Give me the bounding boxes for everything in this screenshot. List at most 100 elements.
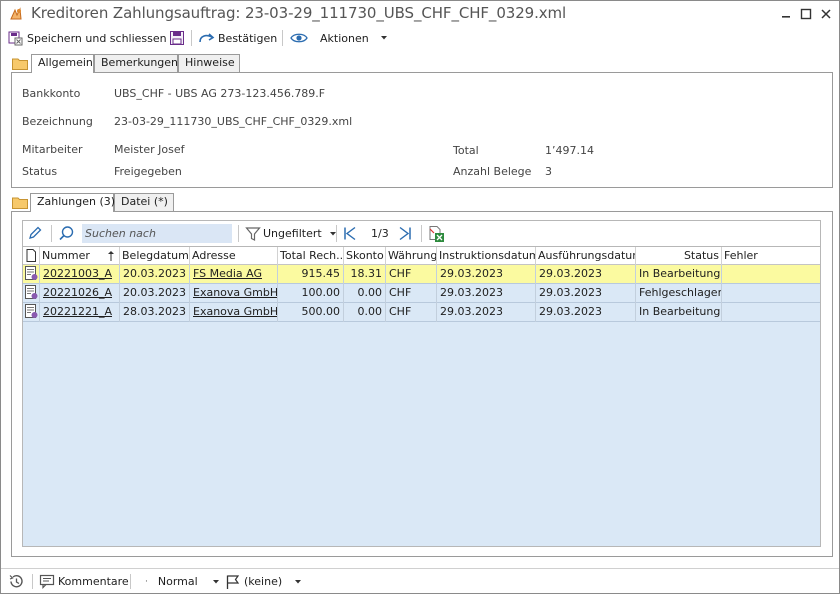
history-button[interactable] [8, 569, 25, 594]
cell-adresse[interactable]: Exanova GmbH [190, 303, 278, 322]
cell-ausfuehrungsdatum: 29.03.2023 [536, 284, 636, 303]
status-bar: Kommentare · Normal (keine) [1, 568, 839, 593]
status-label: Status [22, 165, 58, 178]
column-header-adresse[interactable]: Adresse [190, 247, 278, 265]
cell-waehrung: CHF [386, 284, 437, 303]
window: Kreditoren Zahlungsauftrag: 23-03-29_111… [0, 0, 840, 594]
cell-nummer[interactable]: 20221003_A [40, 265, 120, 284]
folder-icon [12, 196, 28, 209]
toolbar-separator [282, 30, 283, 46]
sort-ascending-icon [108, 251, 114, 261]
total-value: 1’497.14 [545, 144, 594, 157]
cell-fehler [722, 265, 820, 284]
toolbar-separator [51, 225, 52, 242]
cell-skonto: 0.00 [344, 284, 386, 303]
save-close-button[interactable]: Speichern und schliessen [7, 27, 167, 49]
column-header-skonto[interactable]: Skonto [344, 247, 386, 265]
bezeichnung-label: Bezeichnung [22, 115, 93, 128]
search-input[interactable]: Suchen nach [82, 224, 232, 243]
column-header-waehrung[interactable]: Währung [386, 247, 437, 265]
cell-belegdatum: 20.03.2023 [120, 265, 190, 284]
column-header-status[interactable]: Status [636, 247, 722, 265]
cell-instruktionsdatum: 29.03.2023 [437, 284, 536, 303]
cell-belegdatum: 28.03.2023 [120, 303, 190, 322]
cell-total: 915.45 [278, 265, 344, 284]
status-value: Freigegeben [114, 165, 182, 178]
priority-dropdown[interactable]: · Normal [145, 569, 222, 594]
toolbar-separator [238, 225, 239, 242]
cell-fehler [722, 284, 820, 303]
document-icon [26, 249, 36, 262]
tab-allgemein[interactable]: Allgemein [31, 54, 94, 73]
flag-label: (keine) [244, 575, 283, 588]
cell-status: Fehlgeschlagen [636, 284, 722, 303]
mitarbeiter-value: Meister Josef [114, 143, 185, 156]
toolbar-separator [421, 225, 422, 242]
flag-dropdown[interactable]: (keine) [225, 569, 304, 594]
payment-order-icon [8, 6, 24, 22]
cell-adresse[interactable]: Exanova GmbH [190, 284, 278, 303]
cell-adresse[interactable]: FS Media AG [190, 265, 278, 284]
save-close-label: Speichern und schliessen [27, 31, 167, 45]
row-document-icon [23, 265, 40, 284]
maximize-icon[interactable] [797, 5, 815, 23]
cell-ausfuehrungsdatum: 29.03.2023 [536, 303, 636, 322]
chevron-down-icon [380, 36, 387, 40]
column-header-fehler[interactable]: Fehler [722, 247, 820, 265]
bottom-tab-strip: Zahlungen (3) Datei (*) [30, 193, 230, 212]
main-toolbar: Speichern und schliessen Bestätigen Akti… [1, 27, 839, 49]
column-header-belegdatum[interactable]: Belegdatum [120, 247, 190, 265]
cell-status: In Bearbeitung [636, 265, 722, 284]
column-header-nummer[interactable]: Nummer [40, 247, 120, 265]
first-page-icon[interactable] [343, 226, 357, 244]
actions-label: Aktionen [320, 31, 369, 45]
column-header-total[interactable]: Total Rech... [278, 247, 344, 265]
tab-datei[interactable]: Datei (*) [114, 193, 174, 211]
doc-column-header[interactable] [23, 247, 40, 265]
cell-waehrung: CHF [386, 265, 437, 284]
minimize-icon[interactable] [777, 5, 795, 23]
tab-hinweise[interactable]: Hinweise [178, 54, 240, 72]
cell-nummer[interactable]: 20221221_A [40, 303, 120, 322]
priority-dot-icon: · [145, 576, 148, 587]
actions-dropdown[interactable]: Aktionen [290, 27, 391, 49]
filter-dropdown[interactable]: Ungefiltert [245, 221, 339, 246]
folder-icon [12, 57, 28, 70]
save-button[interactable] [169, 27, 185, 49]
eye-icon [290, 33, 308, 43]
close-icon[interactable] [817, 5, 835, 23]
next-page-icon[interactable] [398, 226, 412, 244]
chevron-down-icon [295, 579, 302, 583]
column-header-ausfuehrungsdatum[interactable]: Ausführungsdatum [536, 247, 636, 265]
excel-export-icon[interactable] [427, 225, 445, 246]
search-icon[interactable] [58, 225, 75, 245]
table-row[interactable]: 20221003_A 20.03.2023 FS Media AG 915.45… [23, 265, 820, 284]
tab-zahlungen[interactable]: Zahlungen (3) [30, 193, 115, 212]
cell-belegdatum: 20.03.2023 [120, 284, 190, 303]
top-tab-strip: Allgemein Bemerkungen Hinweise [31, 54, 431, 73]
table-row[interactable]: 20221026_A 20.03.2023 Exanova GmbH 100.0… [23, 284, 820, 303]
statusbar-separator [32, 574, 33, 589]
confirm-button[interactable]: Bestätigen [198, 27, 277, 49]
cell-fehler [722, 303, 820, 322]
payments-grid: Nummer Belegdatum Adresse Total Rech... … [22, 247, 821, 547]
edit-pencil-icon[interactable] [27, 225, 43, 244]
save-close-icon [8, 31, 23, 46]
tab-bemerkungen[interactable]: Bemerkungen [94, 54, 178, 72]
mitarbeiter-label: Mitarbeiter [22, 143, 83, 156]
anzahl-belege-value: 3 [545, 165, 552, 178]
table-row[interactable]: 20221221_A 28.03.2023 Exanova GmbH 500.0… [23, 303, 820, 322]
bankkonto-value: UBS_CHF - UBS AG 273-123.456.789.F [114, 87, 326, 100]
cell-skonto: 0.00 [344, 303, 386, 322]
comments-button[interactable]: Kommentare [39, 569, 129, 594]
toolbar-separator [336, 225, 337, 242]
statusbar-separator [130, 574, 131, 589]
bankkonto-label: Bankkonto [22, 87, 81, 100]
column-header-instruktionsdatum[interactable]: Instruktionsdatum [437, 247, 536, 265]
comments-label: Kommentare [58, 575, 129, 588]
general-panel: Bankkonto UBS_CHF - UBS AG 273-123.456.7… [11, 72, 833, 188]
grid-toolbar: Suchen nach Ungefiltert 1/3 [22, 220, 821, 247]
comment-icon [39, 574, 55, 589]
column-header-label: Nummer [42, 249, 90, 262]
cell-nummer[interactable]: 20221026_A [40, 284, 120, 303]
